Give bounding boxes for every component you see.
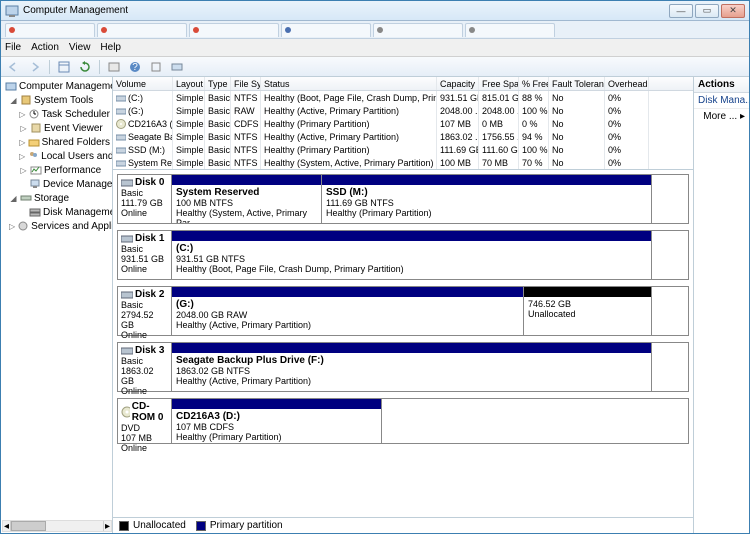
- disk-label: CD-ROM 0DVD107 MBOnline: [118, 399, 172, 443]
- disk-row[interactable]: Disk 1Basic931.51 GBOnline(C:)931.51 GB …: [117, 230, 689, 280]
- svg-text:?: ?: [132, 62, 138, 73]
- volume-row[interactable]: System ReservedSimpleBasicNTFSHealthy (S…: [113, 156, 693, 169]
- menu-help[interactable]: Help: [100, 42, 121, 53]
- close-button[interactable]: ✕: [721, 4, 745, 18]
- toolbar-icon[interactable]: [105, 59, 123, 75]
- disk-partition[interactable]: Seagate Backup Plus Drive (F:)1863.02 GB…: [172, 343, 652, 391]
- tree-scrollbar[interactable]: ◂▸: [2, 520, 112, 532]
- volume-row[interactable]: (C:)SimpleBasicNTFSHealthy (Boot, Page F…: [113, 91, 693, 104]
- disk-label: Disk 1Basic931.51 GBOnline: [118, 231, 172, 279]
- tree-shared-folders[interactable]: ▷Shared Folders: [1, 135, 112, 149]
- disk-partition[interactable]: 746.52 GBUnallocated: [524, 287, 652, 335]
- volume-table-header[interactable]: VolumeLayoutTypeFile SystemStatusCapacit…: [113, 77, 693, 91]
- disk-row[interactable]: CD-ROM 0DVD107 MBOnlineCD216A3 (D:)107 M…: [117, 398, 689, 444]
- toolbar-icon[interactable]: [168, 59, 186, 75]
- disk-row[interactable]: Disk 3Basic1863.02 GBOnlineSeagate Backu…: [117, 342, 689, 392]
- volume-table[interactable]: VolumeLayoutTypeFile SystemStatusCapacit…: [113, 77, 693, 170]
- tree-local-users[interactable]: ▷Local Users and Groups: [1, 149, 112, 163]
- volume-row[interactable]: Seagate Backu...SimpleBasicNTFSHealthy (…: [113, 130, 693, 143]
- legend-swatch-unallocated: [119, 521, 129, 531]
- disk-graphical-view[interactable]: Disk 0Basic111.79 GBOnlineSystem Reserve…: [113, 170, 693, 517]
- tree-storage[interactable]: ◢Storage: [1, 191, 112, 205]
- disk-partition[interactable]: SSD (M:)111.69 GB NTFSHealthy (Primary P…: [322, 175, 652, 223]
- volume-row[interactable]: SSD (M:)SimpleBasicNTFSHealthy (Primary …: [113, 143, 693, 156]
- menu-bar: File Action View Help: [1, 39, 749, 57]
- legend-swatch-primary: [196, 521, 206, 531]
- tree-device-manager[interactable]: Device Manager: [1, 177, 112, 191]
- window-titlebar: Computer Management — ▭ ✕: [1, 1, 749, 21]
- forward-button[interactable]: [26, 59, 44, 75]
- navigation-tree[interactable]: Computer Management (Local) ◢System Tool…: [1, 77, 113, 533]
- window-title: Computer Management: [23, 5, 669, 16]
- toolbar-icon[interactable]: [147, 59, 165, 75]
- chevron-right-icon: ▸: [740, 111, 745, 122]
- disk-label: Disk 2Basic2794.52 GBOnline: [118, 287, 172, 335]
- disk-partition[interactable]: (C:)931.51 GB NTFSHealthy (Boot, Page Fi…: [172, 231, 652, 279]
- maximize-button[interactable]: ▭: [695, 4, 719, 18]
- toolbar-icon[interactable]: [55, 59, 73, 75]
- disk-partition[interactable]: System Reserved100 MB NTFSHealthy (Syste…: [172, 175, 322, 223]
- help-button[interactable]: ?: [126, 59, 144, 75]
- refresh-button[interactable]: [76, 59, 94, 75]
- background-tabs: [1, 21, 749, 39]
- actions-header: Actions: [694, 77, 749, 93]
- actions-disk-management[interactable]: Disk Mana...▴: [694, 93, 749, 109]
- tree-performance[interactable]: ▷Performance: [1, 163, 112, 177]
- tree-services[interactable]: ▷Services and Applications: [1, 219, 112, 233]
- menu-view[interactable]: View: [69, 42, 91, 53]
- actions-pane: Actions Disk Mana...▴ More ... ▸: [693, 77, 749, 533]
- tree-system-tools[interactable]: ◢System Tools: [1, 93, 112, 107]
- disk-row[interactable]: Disk 2Basic2794.52 GBOnline(G:)2048.00 G…: [117, 286, 689, 336]
- tree-disk-management[interactable]: Disk Management: [1, 205, 112, 219]
- disk-label: Disk 0Basic111.79 GBOnline: [118, 175, 172, 223]
- disk-partition[interactable]: (G:)2048.00 GB RAWHealthy (Active, Prima…: [172, 287, 524, 335]
- menu-action[interactable]: Action: [31, 42, 59, 53]
- app-icon: [5, 4, 19, 18]
- tree-task-scheduler[interactable]: ▷Task Scheduler: [1, 107, 112, 121]
- actions-more[interactable]: More ... ▸: [694, 109, 749, 124]
- minimize-button[interactable]: —: [669, 4, 693, 18]
- legend: Unallocated Primary partition: [113, 517, 693, 533]
- tree-event-viewer[interactable]: ▷Event Viewer: [1, 121, 112, 135]
- disk-label: Disk 3Basic1863.02 GBOnline: [118, 343, 172, 391]
- volume-row[interactable]: CD216A3 (D:)SimpleBasicCDFSHealthy (Prim…: [113, 117, 693, 130]
- toolbar: ?: [1, 57, 749, 77]
- disk-partition[interactable]: CD216A3 (D:)107 MB CDFSHealthy (Primary …: [172, 399, 382, 443]
- tree-root[interactable]: Computer Management (Local): [1, 79, 112, 93]
- disk-row[interactable]: Disk 0Basic111.79 GBOnlineSystem Reserve…: [117, 174, 689, 224]
- menu-file[interactable]: File: [5, 42, 21, 53]
- back-button[interactable]: [5, 59, 23, 75]
- volume-row[interactable]: (G:)SimpleBasicRAWHealthy (Active, Prima…: [113, 104, 693, 117]
